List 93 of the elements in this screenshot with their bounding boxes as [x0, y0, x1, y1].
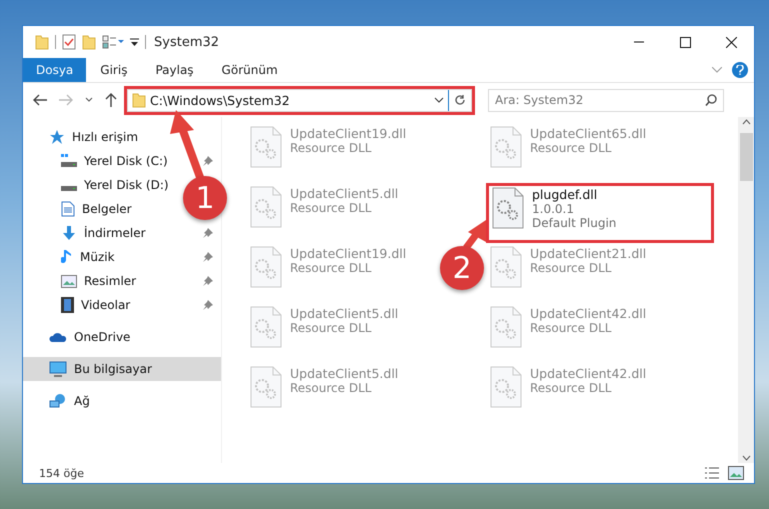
- sidebar-item[interactable]: Videolar: [23, 293, 221, 317]
- drive-icon: [61, 154, 77, 168]
- gear-file-icon: [490, 366, 522, 408]
- sidebar-item[interactable]: Resimler: [23, 269, 221, 293]
- drive-icon: [61, 186, 77, 190]
- file-name: UpdateClient19.dll: [290, 246, 406, 261]
- file-item[interactable]: UpdateClient19.dll Resource DLL: [246, 243, 410, 303]
- file-name: UpdateClient65.dll: [530, 126, 646, 141]
- gear-file-icon: [250, 186, 282, 228]
- search-field[interactable]: Ara: System32: [488, 88, 724, 112]
- file-name: UpdateClient5.dll: [290, 306, 398, 321]
- file-item[interactable]: UpdateClient42.dll Resource DLL: [486, 303, 650, 363]
- window-title: System32: [154, 34, 220, 50]
- pin-icon: [203, 156, 213, 166]
- sidebar-item[interactable]: Bu bilgisayar: [23, 357, 221, 381]
- ribbon-tab[interactable]: Giriş: [86, 58, 142, 82]
- file-item[interactable]: UpdateClient5.dll Resource DLL: [246, 303, 402, 363]
- details-view-icon[interactable]: [704, 466, 720, 480]
- file-item[interactable]: UpdateClient42.dll Resource DLL: [486, 363, 650, 423]
- file-menu-button[interactable]: Dosya: [23, 58, 86, 82]
- sidebar-item[interactable]: Hızlı erişim: [23, 125, 146, 149]
- arrow: [463, 220, 486, 250]
- star-icon: [49, 129, 65, 145]
- gear-file-icon: [490, 246, 522, 288]
- scroll-thumb[interactable]: [740, 133, 752, 181]
- maximize-icon[interactable]: [680, 36, 690, 48]
- minimize-icon[interactable]: [634, 41, 644, 43]
- dropdown-icon[interactable]: [130, 37, 139, 47]
- sidebar-item[interactable]: Yerel Disk (C:): [23, 149, 221, 173]
- file-name: UpdateClient42.dll: [530, 366, 646, 381]
- file-detail: Resource DLL: [530, 141, 612, 155]
- file-name: UpdateClient42.dll: [530, 306, 646, 321]
- file-detail: Resource DLL: [290, 201, 372, 215]
- file-name: UpdateClient5.dll: [290, 366, 398, 381]
- gear-file-icon: [250, 126, 282, 168]
- ribbon-tab[interactable]: Görünüm: [208, 58, 292, 82]
- item-count: 154 öğe: [39, 466, 84, 480]
- gear-file-icon: [250, 366, 282, 408]
- sidebar-item[interactable]: Ağ: [23, 389, 98, 413]
- cloud-icon: [49, 331, 67, 343]
- file-name: plugdef.dll: [532, 187, 598, 202]
- checklist-icon[interactable]: [62, 34, 76, 50]
- expand-ribbon-icon[interactable]: [712, 67, 722, 73]
- file-detail: Resource DLL: [530, 261, 612, 275]
- ribbon-tab[interactable]: Paylaş: [141, 58, 208, 82]
- gear-file-icon: [492, 187, 524, 229]
- close-icon[interactable]: [726, 36, 736, 48]
- gear-file-icon: [490, 306, 522, 348]
- download-icon: [61, 225, 77, 241]
- gear-file-icon: [250, 306, 282, 348]
- file-detail: Resource DLL: [530, 321, 612, 335]
- sidebar-item[interactable]: Belgeler: [23, 197, 140, 221]
- pin-icon: [203, 276, 213, 286]
- pin-icon: [203, 252, 213, 262]
- file-detail: Resource DLL: [290, 381, 372, 395]
- scroll-up-icon[interactable]: [742, 117, 750, 127]
- file-item[interactable]: UpdateClient21.dll Resource DLL: [486, 243, 650, 303]
- sidebar-item[interactable]: İndirmeler: [23, 221, 221, 245]
- search-icon[interactable]: [705, 94, 717, 106]
- music-note-icon: [61, 249, 73, 265]
- file-item[interactable]: UpdateClient5.dll Resource DLL: [246, 363, 402, 423]
- document-icon: [61, 201, 75, 217]
- gear-file-icon: [490, 126, 522, 168]
- film-icon: [61, 297, 74, 313]
- file-detail: 1.0.0.1: [532, 202, 575, 216]
- sidebar-item[interactable]: Müzik: [23, 245, 221, 269]
- file-detail: Resource DLL: [290, 141, 372, 155]
- sidebar-item[interactable]: OneDrive: [23, 325, 138, 349]
- up-button[interactable]: [103, 91, 119, 109]
- pin-icon: [203, 300, 213, 310]
- back-button[interactable]: [31, 92, 49, 108]
- file-item[interactable]: UpdateClient5.dll Resource DLL: [246, 183, 402, 243]
- gear-file-icon: [250, 246, 282, 288]
- file-detail: Default Plugin: [532, 216, 616, 230]
- scrollbar[interactable]: [738, 117, 754, 463]
- scroll-down-icon[interactable]: [742, 453, 750, 463]
- file-name: UpdateClient5.dll: [290, 186, 398, 201]
- file-name: UpdateClient19.dll: [290, 126, 406, 141]
- file-item[interactable]: UpdateClient19.dll Resource DLL: [246, 123, 410, 183]
- file-detail: Resource DLL: [530, 381, 612, 395]
- network-icon: [49, 393, 67, 409]
- large-icons-view-icon[interactable]: [728, 466, 744, 480]
- picture-icon: [61, 274, 77, 288]
- sidebar-item[interactable]: Yerel Disk (D:): [23, 173, 177, 197]
- monitor-icon: [49, 361, 67, 377]
- file-name: UpdateClient21.dll: [530, 246, 646, 261]
- file-item[interactable]: plugdef.dll 1.0.0.1 Default Plugin: [486, 183, 714, 243]
- file-detail: Resource DLL: [290, 261, 372, 275]
- help-icon[interactable]: [732, 62, 748, 78]
- pin-icon: [203, 228, 213, 238]
- file-item[interactable]: UpdateClient65.dll Resource DLL: [486, 123, 650, 183]
- properties-icon[interactable]: [102, 35, 124, 49]
- file-detail: Resource DLL: [290, 321, 372, 335]
